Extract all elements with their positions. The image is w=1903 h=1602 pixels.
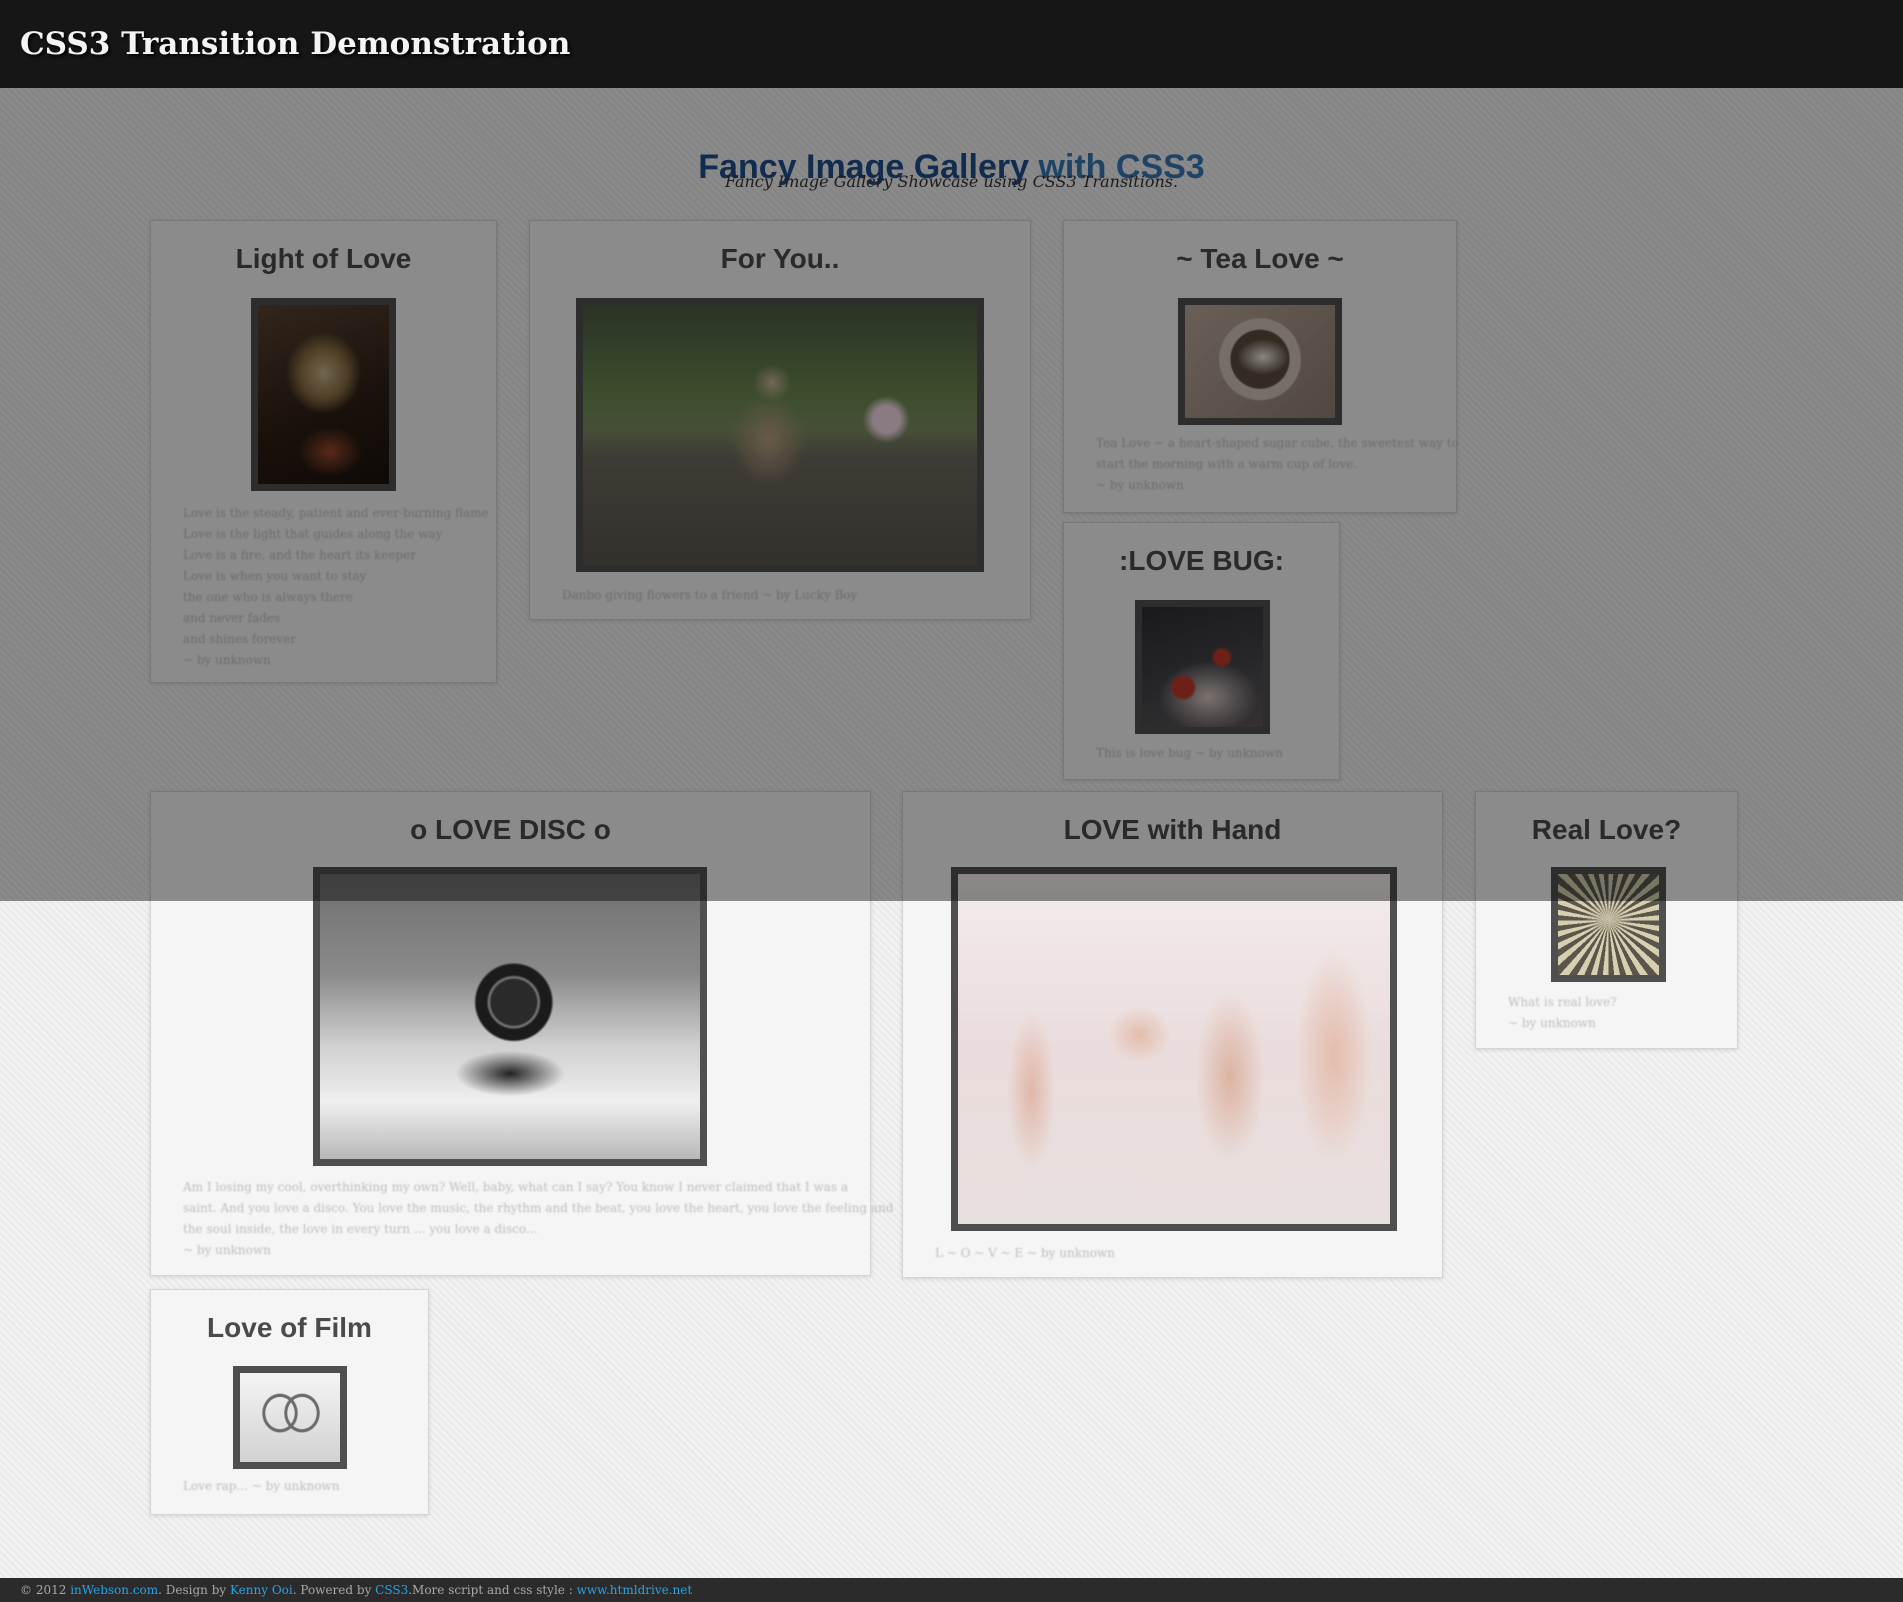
hands-spelling-love-photo	[958, 874, 1390, 1224]
ladybug-photo	[1142, 607, 1263, 727]
gallery-card-love-bug[interactable]: :LOVE BUG: This is love bug ~ by unknown	[1063, 522, 1340, 780]
card-caption: Tea Love ~ a heart-shaped sugar cube, th…	[1096, 436, 1459, 492]
card-title: Light of Love	[235, 243, 412, 274]
footer-design-text: . Design by	[158, 1583, 227, 1597]
card-title: Real Love?	[1531, 814, 1682, 845]
footer-site-link[interactable]: inWebson.com	[70, 1583, 158, 1597]
card-title: Love of Film	[207, 1312, 372, 1343]
top-bar: CSS3 Transition Demonstration	[0, 0, 1903, 88]
footer-more-text: .More script and css style :	[408, 1583, 573, 1597]
photo-frame[interactable]	[313, 867, 707, 1166]
site-title: CSS3 Transition Demonstration	[20, 26, 571, 62]
robot-with-flower-photo	[583, 305, 977, 565]
card-caption: Am I losing my cool, overthinking my own…	[183, 1180, 894, 1257]
gallery-card-tea-love[interactable]: ~ Tea Love ~ Tea Love ~ a heart-shaped s…	[1063, 220, 1459, 513]
photo-frame[interactable]	[1551, 867, 1666, 982]
gallery-card-for-you[interactable]: For You.. Danbo giving flowers to a frie…	[529, 220, 1031, 620]
card-title: LOVE with Hand	[1063, 814, 1282, 845]
footer-powered-text: . Powered by	[292, 1583, 372, 1597]
gallery-card-light-of-love[interactable]: Light of Love Love is the steady, patien…	[150, 220, 497, 683]
gallery-card-love-disc[interactable]: o LOVE DISC o Am I losing my cool, overt…	[150, 791, 894, 1276]
photo-frame[interactable]	[1135, 600, 1270, 734]
heart-of-matches-photo	[1558, 874, 1659, 975]
gallery-card-love-with-hand[interactable]: LOVE with Hand L ~ O ~ V ~ E ~ by unknow…	[902, 791, 1443, 1278]
card-title: For You..	[720, 243, 840, 274]
photo-frame[interactable]	[951, 867, 1397, 1231]
card-caption: What is real love? ~ by unknown	[1508, 995, 1617, 1030]
footer-css3-link[interactable]: CSS3	[375, 1583, 408, 1597]
card-title: o LOVE DISC o	[410, 814, 611, 845]
footer-designer-link[interactable]: Kenny Ooi	[230, 1583, 293, 1597]
vinyl-record-on-book-photo	[320, 874, 700, 1159]
footer: © 2012 inWebson.com. Design by Kenny Ooi…	[0, 1578, 1903, 1602]
card-caption: Danbo giving flowers to a friend ~ by Lu…	[562, 588, 858, 602]
card-caption: This is love bug ~ by unknown	[1096, 746, 1283, 760]
card-caption: Love is the steady, patient and ever-bur…	[183, 506, 489, 667]
footer-copyright: © 2012	[20, 1583, 67, 1597]
photo-frame[interactable]	[1178, 298, 1342, 425]
photo-frame[interactable]	[233, 1366, 347, 1469]
card-title: ~ Tea Love ~	[1176, 243, 1344, 274]
gallery-card-love-of-film[interactable]: Love of Film Love rap... ~ by unknown	[150, 1289, 429, 1515]
footer-htmldrive-link[interactable]: www.htmldrive.net	[577, 1583, 693, 1597]
gallery-card-real-love[interactable]: Real Love? What is real love? ~ by unkno…	[1475, 791, 1738, 1049]
gallery-subtitle: Fancy Image Gallery Showcase using CSS3 …	[724, 172, 1179, 191]
film-heart-photo	[240, 1373, 340, 1462]
card-caption: L ~ O ~ V ~ E ~ by unknown	[935, 1246, 1115, 1260]
photo-frame[interactable]	[251, 298, 396, 491]
photo-frame[interactable]	[576, 298, 984, 572]
card-caption: Love rap... ~ by unknown	[183, 1479, 340, 1493]
tea-cup-photo	[1185, 305, 1335, 418]
lightbulb-photo	[258, 305, 389, 484]
card-title: :LOVE BUG:	[1119, 545, 1284, 576]
